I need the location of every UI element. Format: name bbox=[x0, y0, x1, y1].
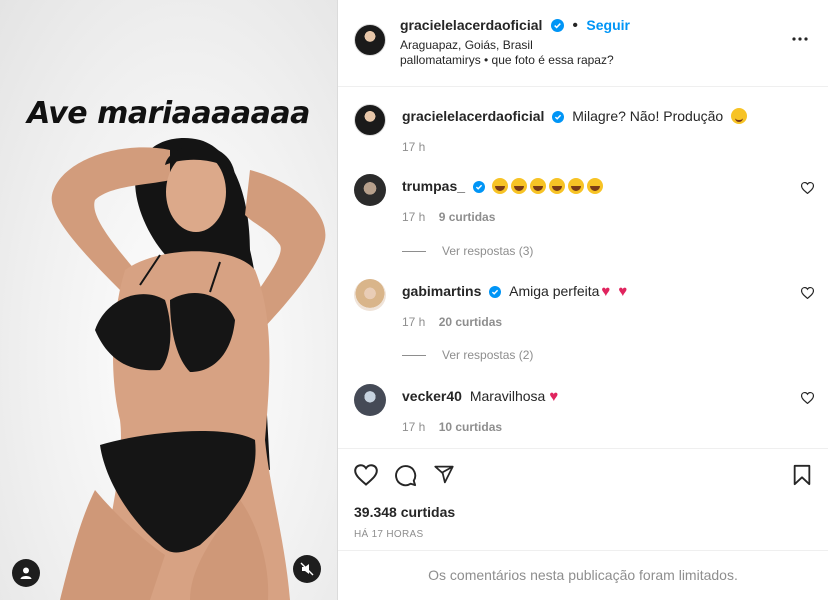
heart-icon[interactable] bbox=[801, 392, 814, 404]
post-time[interactable]: HÁ 17 HORAS bbox=[354, 529, 423, 540]
laugh-emoji-icon bbox=[510, 178, 527, 194]
red-heart-emoji-icon: ♥ bbox=[549, 388, 559, 405]
verified-icon bbox=[489, 286, 502, 298]
bookmark-icon[interactable] bbox=[792, 464, 812, 486]
comment-text: Maravilhosa bbox=[469, 388, 546, 404]
more-icon[interactable] bbox=[792, 36, 808, 42]
red-heart-emoji-icon: ♥ bbox=[618, 283, 628, 300]
replies-dash bbox=[402, 251, 426, 253]
verified-icon bbox=[552, 111, 565, 123]
action-bar: 39.348 curtidas HÁ 17 HORAS Os comentári… bbox=[338, 448, 828, 599]
red-heart-emoji-icon: ♥ bbox=[601, 283, 611, 300]
likes-count[interactable]: 39.348 curtidas bbox=[354, 504, 455, 520]
audio-line[interactable]: pallomatamirys • que foto é essa rapaz? bbox=[400, 53, 614, 67]
view-replies-button[interactable]: Ver respostas (3) bbox=[402, 244, 533, 258]
dot-separator: • bbox=[572, 17, 578, 34]
smile-emoji-icon bbox=[731, 108, 748, 124]
author-username[interactable]: gracielelacerdaoficial bbox=[400, 17, 542, 33]
heart-icon[interactable] bbox=[801, 182, 814, 194]
location-link[interactable]: Araguapaz, Goiás, Brasil bbox=[400, 38, 533, 52]
user-tag-button[interactable] bbox=[12, 559, 40, 587]
comment-text: Milagre? Não! Produção bbox=[572, 108, 724, 124]
comment-likes[interactable]: 20 curtidas bbox=[439, 315, 502, 329]
follow-button[interactable]: Seguir bbox=[586, 17, 630, 33]
laugh-emoji-icon bbox=[529, 178, 546, 194]
overlay-caption: Ave mariaaaaaaa bbox=[27, 96, 310, 131]
comment-time: 17 h bbox=[402, 420, 426, 434]
post-photo bbox=[51, 138, 326, 600]
comment-likes[interactable]: 10 curtidas bbox=[439, 420, 502, 434]
avatar[interactable] bbox=[354, 279, 386, 311]
comment-time: 17 h bbox=[402, 210, 426, 224]
post-media[interactable]: Ave mariaaaaaaa bbox=[0, 0, 337, 600]
laugh-emoji-icon bbox=[491, 178, 508, 194]
comment-username[interactable]: vecker40 bbox=[402, 388, 462, 404]
heart-icon[interactable] bbox=[354, 464, 378, 486]
verified-icon bbox=[550, 19, 564, 32]
comment-username[interactable]: gabimartins bbox=[402, 283, 481, 299]
laugh-emoji-icon bbox=[567, 178, 584, 194]
replies-dash bbox=[402, 355, 426, 357]
comment-likes[interactable]: 9 curtidas bbox=[439, 210, 496, 224]
comment-username[interactable]: trumpas_ bbox=[402, 178, 465, 194]
avatar[interactable] bbox=[354, 174, 386, 206]
replies-label: Ver respostas (3) bbox=[442, 244, 534, 258]
laugh-emoji-icon bbox=[548, 178, 565, 194]
comment-time: 17 h bbox=[402, 140, 426, 154]
comment-icon[interactable] bbox=[394, 464, 417, 487]
comment-username[interactable]: gracielelacerdaoficial bbox=[402, 108, 544, 124]
post-header: gracielelacerdaoficial • Seguir Araguapa… bbox=[338, 0, 828, 87]
mute-button[interactable] bbox=[293, 555, 321, 583]
mute-icon bbox=[300, 562, 314, 576]
view-replies-button[interactable]: Ver respostas (2) bbox=[402, 348, 533, 362]
comments-limited-notice: Os comentários nesta publicação foram li… bbox=[338, 550, 828, 599]
post-panel: gracielelacerdaoficial • Seguir Araguapa… bbox=[338, 0, 828, 600]
avatar[interactable] bbox=[354, 104, 386, 136]
comment-time: 17 h bbox=[402, 315, 426, 329]
heart-icon[interactable] bbox=[801, 287, 814, 299]
laugh-emoji-icon bbox=[586, 178, 603, 194]
author-avatar[interactable] bbox=[354, 24, 386, 56]
avatar[interactable] bbox=[354, 384, 386, 416]
user-tag-icon bbox=[20, 567, 32, 579]
replies-label: Ver respostas (2) bbox=[442, 348, 534, 362]
share-icon[interactable] bbox=[433, 464, 455, 485]
comment-text: Amiga perfeita bbox=[509, 283, 600, 299]
verified-icon bbox=[472, 181, 485, 193]
